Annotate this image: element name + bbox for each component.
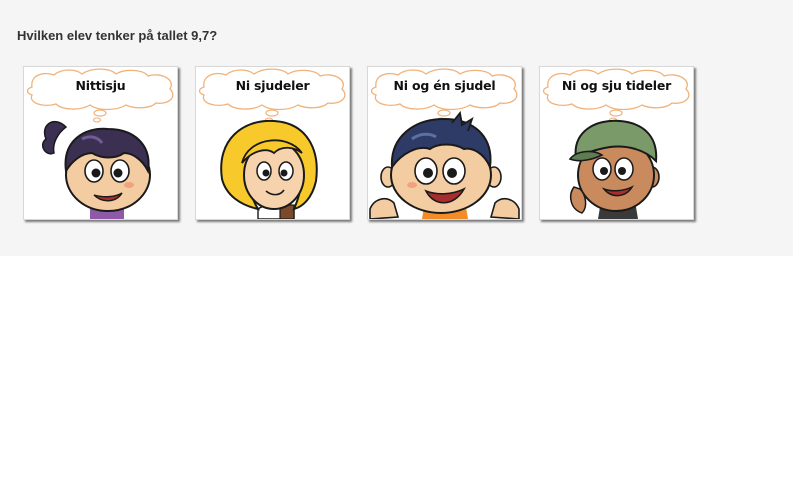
answer-option-2[interactable]: Ni sjudeler [195,66,350,220]
option-label: Ni sjudeler [235,78,310,93]
question-panel: Hvilken elev tenker på tallet 9,7? Nitti… [0,0,793,256]
option-label: Nittisju [75,78,126,93]
answer-option-1[interactable]: Nittisju [23,66,178,220]
answer-option-3[interactable]: Ni og én sjudel [367,66,522,220]
question-text: Hvilken elev tenker på tallet 9,7? [17,28,218,43]
option-label: Ni og én sjudel [393,78,496,93]
option-label: Ni og sju tideler [561,78,672,93]
answer-option-4[interactable]: Ni og sju tideler [539,66,694,220]
